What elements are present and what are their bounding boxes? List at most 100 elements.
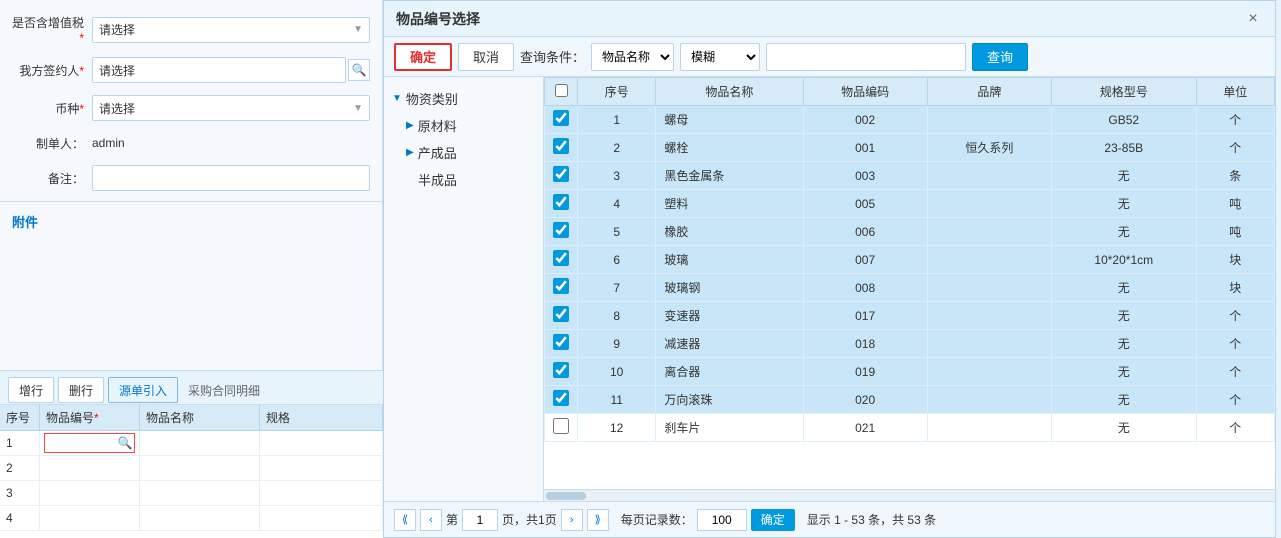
tree-item-raw-label: 原材料 xyxy=(418,116,457,135)
section-attachment: 附件 xyxy=(0,206,382,237)
form-row-tax: 是否含增值税* 请选择 ▼ xyxy=(0,8,382,51)
code-search-icon-1[interactable]: 🔍 xyxy=(117,435,133,451)
th-unit: 单位 xyxy=(1196,78,1274,106)
cell-check-9[interactable] xyxy=(545,358,578,386)
tree-item-semi[interactable]: 半成品 xyxy=(384,166,543,193)
cell-item-code-4: 006 xyxy=(803,218,927,246)
cell-check-2[interactable] xyxy=(545,162,578,190)
pager-confirm-btn[interactable]: 确定 xyxy=(751,509,795,531)
row-checkbox-5[interactable] xyxy=(553,250,569,266)
select-currency[interactable]: 请选择 ▼ xyxy=(92,95,370,121)
cell-seq-3: 4 xyxy=(578,190,656,218)
cell-check-8[interactable] xyxy=(545,330,578,358)
signer-search-icon[interactable]: 🔍 xyxy=(348,59,370,81)
row-checkbox-9[interactable] xyxy=(553,362,569,378)
tree-root[interactable]: ▼ 物资类别 xyxy=(384,85,543,112)
cell-check-11[interactable] xyxy=(545,414,578,442)
cell-check-0[interactable] xyxy=(545,106,578,134)
cell-brand-9 xyxy=(927,358,1051,386)
modal-confirm-button[interactable]: 确定 xyxy=(394,43,452,71)
th-name: 物品名称 xyxy=(140,405,260,430)
th-checkbox xyxy=(545,78,578,106)
cell-check-10[interactable] xyxy=(545,386,578,414)
btn-source-import[interactable]: 源单引入 xyxy=(108,377,178,403)
pager-last-btn[interactable]: ⟫ xyxy=(587,509,609,531)
cell-name-1 xyxy=(140,431,260,455)
cell-unit-7: 个 xyxy=(1196,302,1274,330)
select-signer[interactable]: 请选择 xyxy=(92,57,346,83)
cell-unit-4: 吨 xyxy=(1196,218,1274,246)
row-checkbox-7[interactable] xyxy=(553,306,569,322)
pager-info: 显示 1 - 53 条，共 53 条 xyxy=(807,511,936,528)
tree-item-finished[interactable]: ▶ 产成品 xyxy=(384,139,543,166)
cell-item-code-10: 020 xyxy=(803,386,927,414)
cell-item-name-4: 橡胶 xyxy=(656,218,803,246)
cell-spec-3: 无 xyxy=(1051,190,1196,218)
cell-item-name-9: 离合器 xyxy=(656,358,803,386)
query-field-select[interactable]: 物品名称 物品编码 品牌 规格型号 xyxy=(591,43,674,71)
cell-code-4 xyxy=(40,506,140,530)
input-remark[interactable] xyxy=(92,165,370,191)
table-row: 11 万向滚珠 020 无 个 xyxy=(545,386,1275,414)
select-tax[interactable]: 请选择 ▼ xyxy=(92,17,370,43)
pager-pagesize-input[interactable] xyxy=(697,509,747,531)
pager-total-text: 页，共1页 xyxy=(502,511,557,528)
th-code: 物品编号* xyxy=(40,405,140,430)
label-tax: 是否含增值税* xyxy=(12,14,92,45)
row-checkbox-2[interactable] xyxy=(553,166,569,182)
cell-code-3 xyxy=(40,481,140,505)
row-checkbox-11[interactable] xyxy=(553,418,569,434)
cell-spec-11: 无 xyxy=(1051,414,1196,442)
cell-check-3[interactable] xyxy=(545,190,578,218)
cell-code-1[interactable]: 🔍 xyxy=(40,431,140,455)
modal-body: ▼ 物资类别 ▶ 原材料 ▶ 产成品 半成品 xyxy=(384,77,1275,501)
cell-unit-6: 块 xyxy=(1196,274,1274,302)
modal-cancel-button[interactable]: 取消 xyxy=(458,43,514,71)
query-keyword-input[interactable] xyxy=(766,43,966,71)
pager-next-btn[interactable]: › xyxy=(561,509,583,531)
table-row: 10 离合器 019 无 个 xyxy=(545,358,1275,386)
label-creator: 制单人： xyxy=(12,135,92,152)
cell-brand-8 xyxy=(927,330,1051,358)
select-all-checkbox[interactable] xyxy=(555,84,568,97)
row-checkbox-0[interactable] xyxy=(553,110,569,126)
horizontal-scrollbar[interactable] xyxy=(544,489,1275,501)
cell-check-4[interactable] xyxy=(545,218,578,246)
modal-close-button[interactable]: × xyxy=(1243,9,1263,29)
th-seq: 序号 xyxy=(578,78,656,106)
cell-check-7[interactable] xyxy=(545,302,578,330)
row-checkbox-4[interactable] xyxy=(553,222,569,238)
cell-check-1[interactable] xyxy=(545,134,578,162)
cell-brand-10 xyxy=(927,386,1051,414)
btn-delete-row[interactable]: 删行 xyxy=(58,377,104,403)
cell-brand-7 xyxy=(927,302,1051,330)
cell-unit-8: 个 xyxy=(1196,330,1274,358)
cell-seq-0: 1 xyxy=(578,106,656,134)
chevron-down-icon: ▼ xyxy=(353,24,363,35)
pager-prev-btn[interactable]: ‹ xyxy=(420,509,442,531)
cell-check-5[interactable] xyxy=(545,246,578,274)
form-row-currency: 币种* 请选择 ▼ xyxy=(0,89,382,127)
cell-spec-3 xyxy=(260,481,383,505)
tree-item-raw[interactable]: ▶ 原材料 xyxy=(384,112,543,139)
row-checkbox-6[interactable] xyxy=(553,278,569,294)
query-mode-select[interactable]: 模糊 精确 xyxy=(680,43,760,71)
cell-item-name-10: 万向滚珠 xyxy=(656,386,803,414)
cell-brand-11 xyxy=(927,414,1051,442)
pager-first-btn[interactable]: ⟪ xyxy=(394,509,416,531)
tab-purchase-detail[interactable]: 采购合同明细 xyxy=(182,382,266,399)
row-checkbox-10[interactable] xyxy=(553,390,569,406)
cell-spec-4 xyxy=(260,506,383,530)
cell-spec-1 xyxy=(260,431,383,455)
cell-check-6[interactable] xyxy=(545,274,578,302)
modal-query-button[interactable]: 查询 xyxy=(972,43,1028,71)
row-checkbox-8[interactable] xyxy=(553,334,569,350)
pager-page-input[interactable] xyxy=(462,509,498,531)
items-table: 序号 物品名称 物品编码 品牌 规格型号 单位 1 螺母 002 GB52 个 … xyxy=(544,77,1275,442)
data-table-panel: 序号 物品名称 物品编码 品牌 规格型号 单位 1 螺母 002 GB52 个 … xyxy=(544,77,1275,501)
row-checkbox-1[interactable] xyxy=(553,138,569,154)
cell-item-name-0: 螺母 xyxy=(656,106,803,134)
btn-add-row[interactable]: 增行 xyxy=(8,377,54,403)
row-checkbox-3[interactable] xyxy=(553,194,569,210)
th-spec: 规格 xyxy=(260,405,383,430)
